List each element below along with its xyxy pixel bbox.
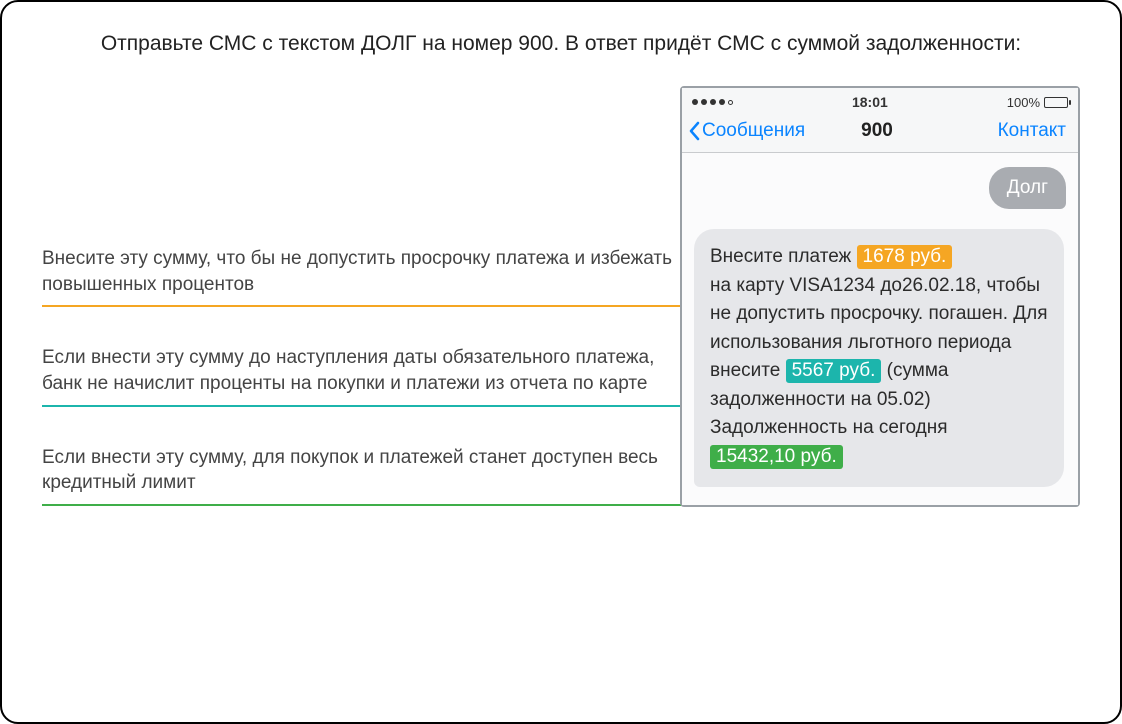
msg-text: Внесите платеж: [710, 246, 857, 267]
phone-mockup: 18:01 100% Сообщения 900 Контакт: [680, 86, 1080, 507]
highlight-orange: 1678 руб.: [857, 245, 953, 269]
battery-percent: 100%: [1007, 95, 1040, 110]
msg-text: внесите: [710, 360, 786, 381]
status-clock: 18:01: [852, 94, 888, 110]
msg-text: на карту VISA1234 до26.02.18, чтобы не д…: [710, 275, 1048, 353]
outgoing-message: Долг: [989, 167, 1066, 209]
status-bar: 18:01 100%: [682, 88, 1078, 114]
battery-icon: [1044, 97, 1068, 108]
annotations-column: Внесите эту сумму, что бы не допустить п…: [42, 86, 682, 506]
nav-bar: Сообщения 900 Контакт: [682, 114, 1078, 153]
contact-button[interactable]: Контакт: [998, 120, 1066, 142]
info-card: Отправьте СМС с текстом ДОЛГ на номер 90…: [0, 0, 1122, 724]
note-orange: Внесите эту сумму, что бы не допустить п…: [42, 246, 682, 297]
note-green: Если внести эту сумму, для покупок и пла…: [42, 445, 682, 496]
headline: Отправьте СМС с текстом ДОЛГ на номер 90…: [42, 32, 1080, 56]
content-columns: Внесите эту сумму, что бы не допустить п…: [42, 86, 1080, 507]
signal-icon: [692, 99, 733, 105]
highlight-green: 15432,10 руб.: [710, 445, 843, 469]
back-button[interactable]: Сообщения: [688, 120, 805, 142]
chat-area: Долг Внесите платеж 1678 руб. на карту V…: [682, 153, 1078, 505]
highlight-teal: 5567 руб.: [786, 359, 882, 383]
note-teal: Если внести эту сумму до наступления дат…: [42, 345, 682, 396]
chevron-left-icon: [688, 121, 700, 141]
incoming-message: Внесите платеж 1678 руб. на карту VISA12…: [694, 229, 1064, 487]
battery-indicator: 100%: [1007, 95, 1068, 110]
back-label: Сообщения: [702, 120, 805, 142]
connector-line-orange: [42, 305, 682, 307]
connector-line-green: [42, 504, 682, 506]
connector-line-teal: [42, 405, 682, 407]
